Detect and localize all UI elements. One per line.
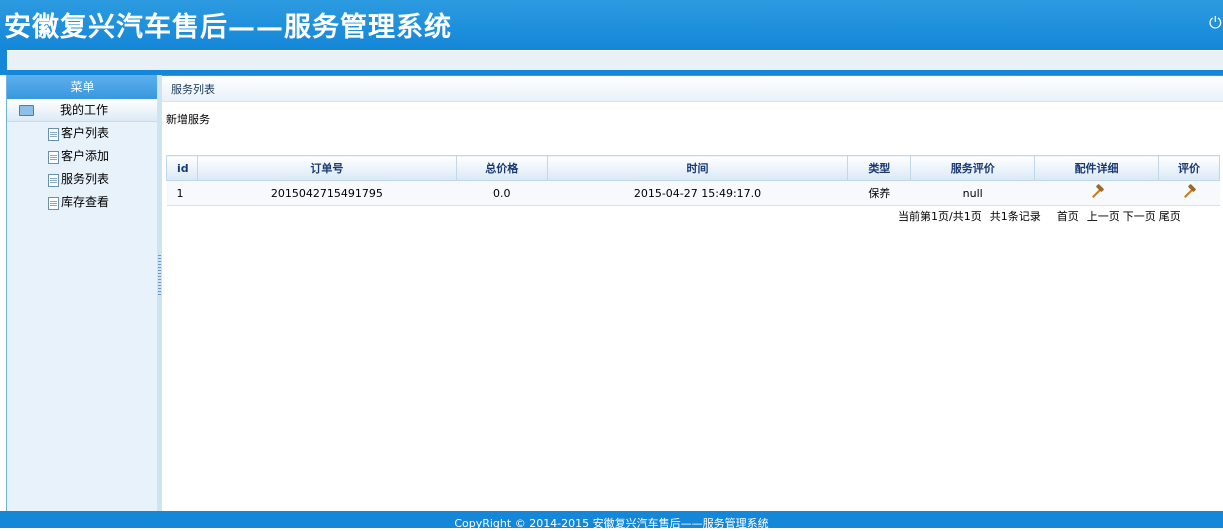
column-header-rate: 评价 bbox=[1157, 155, 1221, 181]
table-row: 1 2015042715491795 0.0 2015-04-27 15:49:… bbox=[166, 180, 1220, 206]
column-header-evaluation: 服务评价 bbox=[910, 155, 1036, 181]
pager: 当前第1页/共1页 共1条记录 首页 上一页 下一页 尾页 bbox=[898, 208, 1181, 224]
menu-item-label: 库存查看 bbox=[61, 195, 110, 209]
splitter-handle[interactable] bbox=[158, 255, 161, 295]
menu-item-service-list[interactable]: 服务列表 bbox=[7, 168, 158, 191]
menu-item-inventory[interactable]: 库存查看 bbox=[7, 191, 158, 214]
column-header-parts-detail: 配件详细 bbox=[1034, 155, 1159, 181]
menu-item-label: 服务列表 bbox=[61, 172, 110, 186]
column-header-time: 时间 bbox=[546, 155, 849, 181]
column-header-order-no: 订单号 bbox=[196, 155, 457, 181]
folder-icon bbox=[19, 105, 34, 116]
menu-group-my-work[interactable]: 我的工作 bbox=[7, 99, 158, 122]
cell-rate bbox=[1158, 180, 1220, 206]
column-header-total-price: 总价格 bbox=[455, 155, 548, 181]
pager-total: 共1条记录 bbox=[989, 210, 1041, 223]
subbar bbox=[7, 50, 1223, 70]
menu-item-customer-add[interactable]: 客户添加 bbox=[7, 145, 158, 168]
breadcrumb: 服务列表 bbox=[162, 76, 1223, 102]
footer: CopyRight © 2014-2015 安徽复兴汽车售后——服务管理系统 bbox=[0, 511, 1223, 530]
column-header-type: 类型 bbox=[847, 155, 912, 181]
header: 安徽复兴汽车售后——服务管理系统 ⏻ bbox=[0, 0, 1223, 48]
copyright-text: CopyRight © 2014-2015 安徽复兴汽车售后——服务管理系统 bbox=[454, 517, 769, 530]
cell-total-price: 0.0 bbox=[456, 180, 548, 206]
pager-prev-link[interactable]: 上一页 bbox=[1087, 210, 1120, 223]
pager-first-link[interactable]: 首页 bbox=[1057, 210, 1079, 223]
menu-item-customer-list[interactable]: 客户列表 bbox=[7, 122, 158, 145]
cell-time: 2015-04-27 15:49:17.0 bbox=[547, 180, 848, 206]
cell-parts-detail bbox=[1034, 180, 1159, 206]
system-title: 安徽复兴汽车售后——服务管理系统 bbox=[4, 12, 452, 43]
document-icon bbox=[48, 174, 59, 187]
document-icon bbox=[48, 128, 59, 141]
main-panel: 服务列表 新增服务 id 订单号 总价格 时间 类型 服务评价 配件详细 评价 … bbox=[162, 75, 1223, 512]
cell-id: 1 bbox=[166, 180, 198, 206]
add-service-link[interactable]: 新增服务 bbox=[166, 111, 210, 127]
power-icon[interactable]: ⏻ bbox=[1209, 14, 1223, 32]
left-menu: 菜单 我的工作 客户列表 客户添加 服务列表 库存查看 bbox=[6, 75, 158, 511]
table-header-row: id 订单号 总价格 时间 类型 服务评价 配件详细 评价 bbox=[166, 155, 1221, 181]
column-header-id: id bbox=[166, 155, 198, 181]
menu-item-label: 客户添加 bbox=[61, 149, 110, 163]
menu-item-label: 客户列表 bbox=[61, 126, 110, 140]
pager-last-link[interactable]: 尾页 bbox=[1159, 210, 1181, 223]
document-icon bbox=[48, 197, 59, 210]
cell-evaluation: null bbox=[910, 180, 1035, 206]
service-table: id 订单号 总价格 时间 类型 服务评价 配件详细 评价 1 20150427… bbox=[166, 155, 1221, 206]
cell-order-no: 2015042715491795 bbox=[197, 180, 457, 206]
menu-group-label: 我的工作 bbox=[60, 103, 109, 117]
document-icon bbox=[48, 151, 59, 164]
hammer-icon[interactable] bbox=[1090, 185, 1104, 199]
cell-type: 保养 bbox=[847, 180, 911, 206]
hammer-icon[interactable] bbox=[1182, 185, 1196, 199]
pager-next-link[interactable]: 下一页 bbox=[1123, 210, 1156, 223]
pager-status: 当前第1页/共1页 bbox=[898, 210, 982, 223]
menu-header: 菜单 bbox=[7, 75, 158, 99]
